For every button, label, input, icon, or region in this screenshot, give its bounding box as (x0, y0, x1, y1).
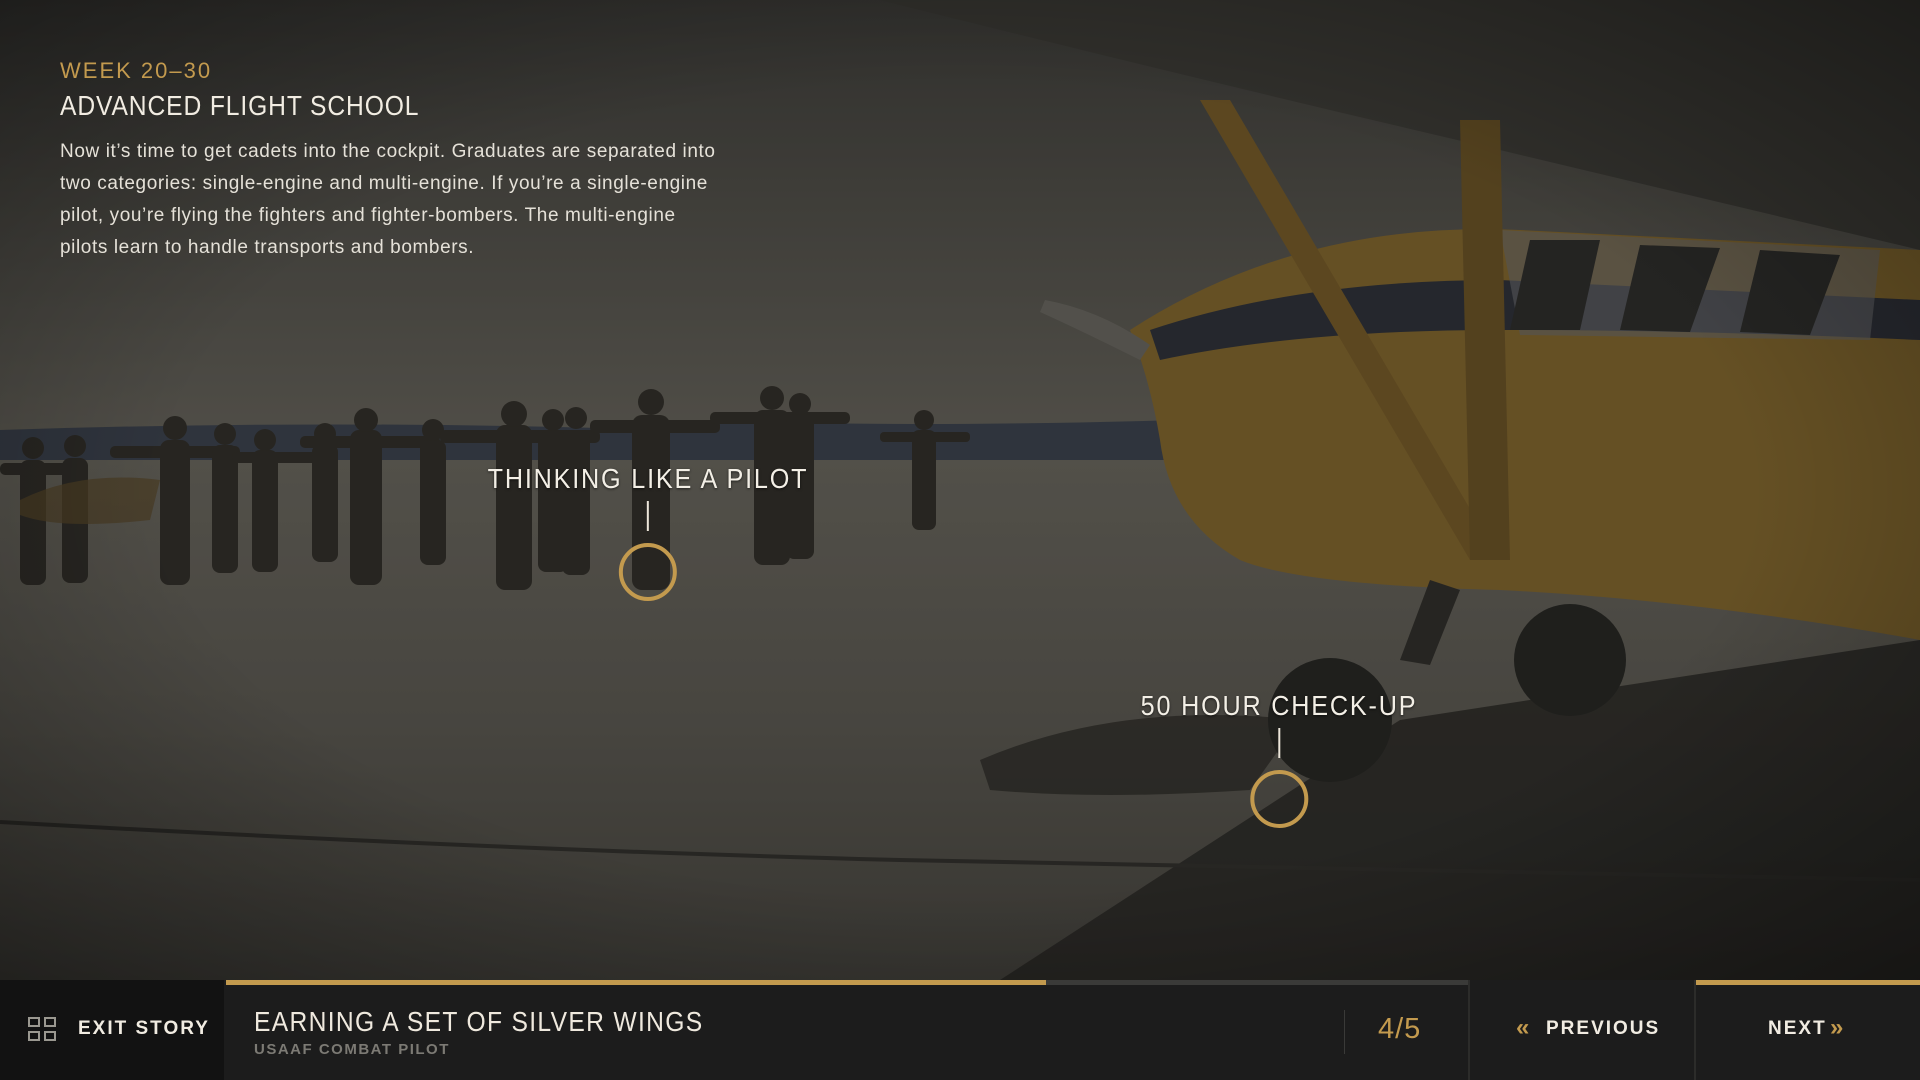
hotspot-ring-icon[interactable] (1249, 770, 1308, 828)
chapter-title: ADVANCED FLIGHT SCHOOL (60, 90, 420, 121)
hotspot-thinking-like-a-pilot[interactable]: THINKING LIKE A PILOT (470, 463, 826, 601)
week-range: WEEK 20–30 (60, 58, 213, 83)
previous-label: PREVIOUS (1546, 1018, 1661, 1039)
page-indicator: 4/5 (1378, 1013, 1422, 1045)
double-chevron-left-icon: « (1516, 1014, 1530, 1041)
hotspot-label: THINKING LIKE A PILOT (487, 463, 809, 494)
story-subtitle: USAAF COMBAT PILOT (254, 1041, 450, 1058)
hotspot-label: 50 HOUR CHECK-UP (1140, 690, 1418, 721)
next-accent-bar (1696, 980, 1920, 985)
background-photo: WEEK 20–30 ADVANCED FLIGHT SCHOOL Now it… (0, 0, 1920, 980)
next-button[interactable]: NEXT » (1694, 980, 1920, 1080)
exit-story-button[interactable]: EXIT STORY (0, 980, 224, 1080)
story-progress-track (226, 980, 1468, 985)
chapter-description: Now it’s time to get cadets into the coc… (60, 141, 716, 258)
previous-button[interactable]: « PREVIOUS (1468, 980, 1694, 1080)
story-footer-bar: EXIT STORY EARNING A SET OF SILVER WINGS… (0, 980, 1920, 1080)
hotspot-50-hour-check-up[interactable]: 50 HOUR CHECK-UP (1125, 690, 1432, 828)
story-title: EARNING A SET OF SILVER WINGS (254, 1006, 704, 1037)
exit-story-label: EXIT STORY (78, 1018, 210, 1039)
story-info: EARNING A SET OF SILVER WINGS USAAF COMB… (226, 980, 1468, 1080)
grid-icon (28, 1017, 60, 1045)
story-progress-fill (226, 980, 1046, 985)
divider (1344, 1010, 1345, 1054)
next-label: NEXT (1768, 1018, 1827, 1039)
hotspot-connector (646, 501, 649, 531)
chapter-intro: WEEK 20–30 ADVANCED FLIGHT SCHOOL Now it… (60, 58, 740, 264)
hotspot-ring-icon[interactable] (618, 543, 677, 601)
double-chevron-right-icon: » (1830, 1014, 1844, 1041)
hotspot-connector (1277, 728, 1280, 758)
